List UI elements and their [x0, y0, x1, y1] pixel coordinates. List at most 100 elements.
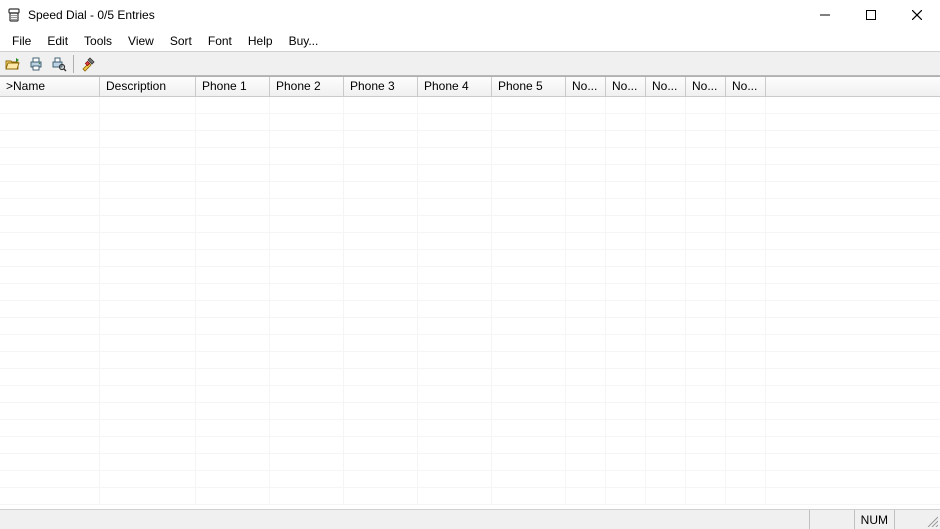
- listview-body[interactable]: [0, 97, 940, 509]
- menu-help[interactable]: Help: [240, 32, 281, 50]
- col-notes-3[interactable]: No...: [646, 77, 686, 96]
- table-cell: [492, 165, 566, 181]
- col-notes-4[interactable]: No...: [686, 77, 726, 96]
- table-cell: [686, 318, 726, 334]
- table-cell: [344, 471, 418, 487]
- table-row[interactable]: [0, 97, 940, 114]
- table-cell: [606, 97, 646, 113]
- table-cell: [606, 437, 646, 453]
- table-row[interactable]: [0, 250, 940, 267]
- table-row[interactable]: [0, 352, 940, 369]
- table-row[interactable]: [0, 216, 940, 233]
- col-description[interactable]: Description: [100, 77, 196, 96]
- toolbar-print-preview-button[interactable]: [48, 54, 70, 74]
- table-row[interactable]: [0, 454, 940, 471]
- resize-grip[interactable]: [922, 510, 940, 529]
- table-cell: [766, 454, 940, 470]
- table-cell: [686, 267, 726, 283]
- table-row[interactable]: [0, 284, 940, 301]
- table-cell: [196, 182, 270, 198]
- toolbar-tools-button[interactable]: [77, 54, 99, 74]
- menu-font[interactable]: Font: [200, 32, 240, 50]
- col-phone4[interactable]: Phone 4: [418, 77, 492, 96]
- table-row[interactable]: [0, 420, 940, 437]
- col-name[interactable]: >Name: [0, 77, 100, 96]
- menu-view[interactable]: View: [120, 32, 162, 50]
- table-cell: [766, 471, 940, 487]
- toolbar-print-button[interactable]: [25, 54, 47, 74]
- table-row[interactable]: [0, 182, 940, 199]
- table-cell: [100, 165, 196, 181]
- table-cell: [766, 199, 940, 215]
- table-cell: [686, 420, 726, 436]
- toolbar-open-button[interactable]: [2, 54, 24, 74]
- table-row[interactable]: [0, 131, 940, 148]
- table-cell: [726, 199, 766, 215]
- table-row[interactable]: [0, 335, 940, 352]
- col-phone3[interactable]: Phone 3: [344, 77, 418, 96]
- table-cell: [100, 420, 196, 436]
- col-notes-1[interactable]: No...: [566, 77, 606, 96]
- table-cell: [344, 369, 418, 385]
- table-cell: [492, 301, 566, 317]
- menu-sort[interactable]: Sort: [162, 32, 200, 50]
- menu-file[interactable]: File: [4, 32, 39, 50]
- table-cell: [0, 267, 100, 283]
- table-row[interactable]: [0, 233, 940, 250]
- table-cell: [100, 216, 196, 232]
- table-row[interactable]: [0, 165, 940, 182]
- print-preview-icon: [51, 56, 67, 72]
- table-cell: [726, 352, 766, 368]
- menu-tools[interactable]: Tools: [76, 32, 120, 50]
- table-cell: [646, 335, 686, 351]
- col-phone5[interactable]: Phone 5: [492, 77, 566, 96]
- table-cell: [0, 386, 100, 402]
- table-cell: [196, 148, 270, 164]
- table-row[interactable]: [0, 199, 940, 216]
- table-cell: [766, 267, 940, 283]
- table-cell: [196, 318, 270, 334]
- table-cell: [686, 437, 726, 453]
- table-cell: [566, 437, 606, 453]
- table-row[interactable]: [0, 386, 940, 403]
- table-cell: [0, 403, 100, 419]
- table-row[interactable]: [0, 369, 940, 386]
- table-cell: [646, 165, 686, 181]
- table-cell: [766, 250, 940, 266]
- table-row[interactable]: [0, 403, 940, 420]
- table-cell: [0, 165, 100, 181]
- table-cell: [492, 403, 566, 419]
- table-cell: [566, 131, 606, 147]
- col-phone2[interactable]: Phone 2: [270, 77, 344, 96]
- table-row[interactable]: [0, 148, 940, 165]
- table-row[interactable]: [0, 318, 940, 335]
- table-cell: [196, 301, 270, 317]
- table-row[interactable]: [0, 301, 940, 318]
- maximize-button[interactable]: [848, 0, 894, 30]
- table-cell: [726, 420, 766, 436]
- table-row[interactable]: [0, 471, 940, 488]
- table-cell: [492, 250, 566, 266]
- col-phone1[interactable]: Phone 1: [196, 77, 270, 96]
- table-cell: [492, 284, 566, 300]
- menu-buy[interactable]: Buy...: [281, 32, 327, 50]
- menu-edit[interactable]: Edit: [39, 32, 76, 50]
- status-pane-1: [809, 510, 854, 529]
- table-cell: [196, 97, 270, 113]
- table-row[interactable]: [0, 488, 940, 505]
- table-cell: [726, 182, 766, 198]
- table-cell: [196, 420, 270, 436]
- table-cell: [344, 216, 418, 232]
- table-row[interactable]: [0, 267, 940, 284]
- col-notes-2[interactable]: No...: [606, 77, 646, 96]
- col-notes-5[interactable]: No...: [726, 77, 766, 96]
- table-cell: [646, 233, 686, 249]
- table-cell: [606, 131, 646, 147]
- close-button[interactable]: [894, 0, 940, 30]
- minimize-button[interactable]: [802, 0, 848, 30]
- status-num-pane: NUM: [854, 510, 894, 529]
- table-cell: [686, 369, 726, 385]
- table-cell: [686, 301, 726, 317]
- table-row[interactable]: [0, 437, 940, 454]
- table-row[interactable]: [0, 114, 940, 131]
